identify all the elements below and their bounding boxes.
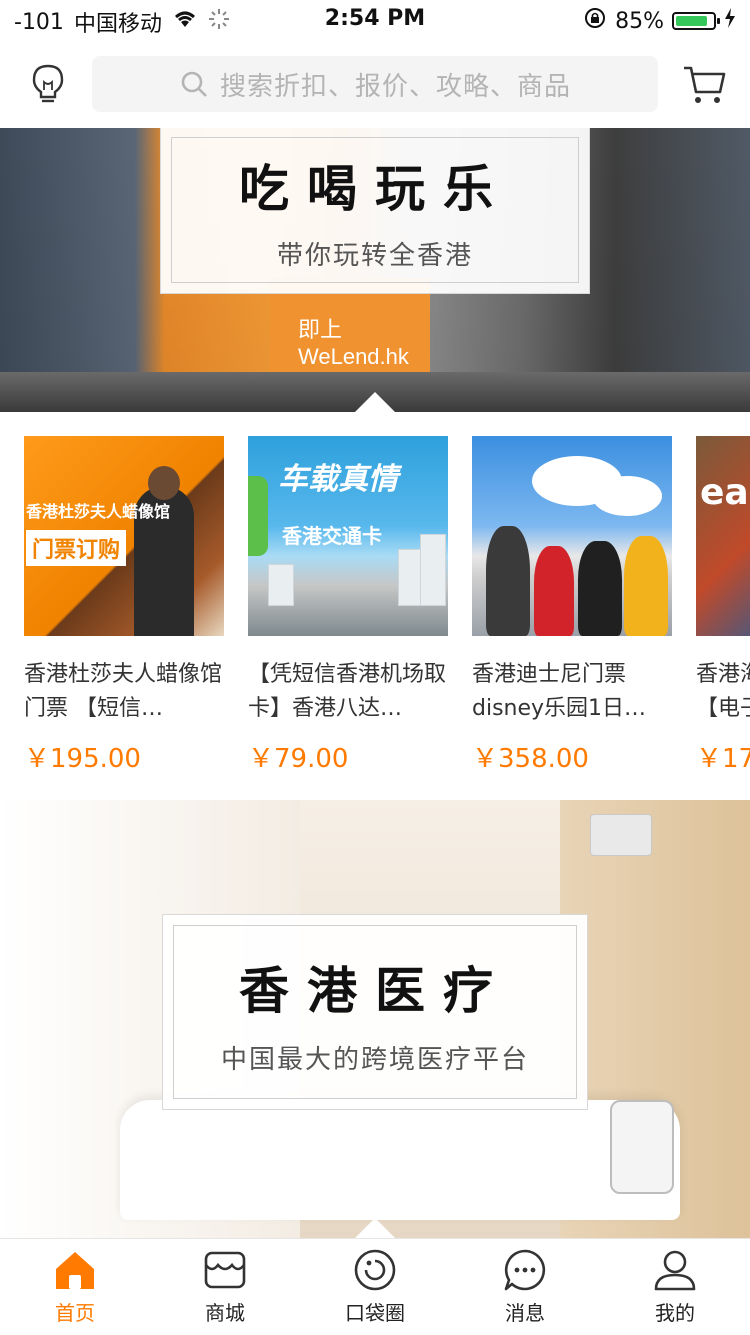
- banner-eat-card: 吃喝玩乐 带你玩转全香港: [160, 128, 590, 294]
- product-card[interactable]: 香港迪士尼门票disney乐园1日… ￥358.00: [472, 436, 672, 775]
- cart-icon[interactable]: [682, 62, 726, 106]
- profile-icon: [654, 1250, 696, 1291]
- product-title: 香港海洋公园门票【电子…: [696, 662, 750, 721]
- product-price: ￥358.00: [472, 744, 589, 774]
- product-price: ￥79.00: [248, 744, 349, 774]
- search-bar[interactable]: 搜索折扣、报价、攻略、商品: [92, 56, 658, 112]
- product-price: ￥17: [696, 744, 750, 774]
- banner-medical-card: 香港医疗 中国最大的跨境医疗平台: [162, 914, 588, 1110]
- product-title: 【凭短信香港机场取卡】香港八达…: [248, 662, 447, 721]
- product-card[interactable]: 香港杜莎夫人蜡像馆 门票订购 香港杜莎夫人蜡像馆门票 【短信… ￥195.00: [24, 436, 224, 775]
- charging-icon: [724, 8, 736, 34]
- product-title: 香港杜莎夫人蜡像馆门票 【短信…: [24, 662, 223, 721]
- product-image: [472, 436, 672, 636]
- product-image: ean: [696, 436, 750, 636]
- product-image: 车载真情 香港交通卡: [248, 436, 448, 636]
- tab-pocket-circle[interactable]: 口袋圈: [300, 1247, 450, 1326]
- tab-messages[interactable]: 消息: [450, 1247, 600, 1326]
- lightbulb-icon[interactable]: [26, 62, 70, 106]
- orientation-lock-icon: [583, 6, 607, 36]
- banner-pointer: [355, 1218, 395, 1238]
- search-input[interactable]: 搜索折扣、报价、攻略、商品: [220, 66, 571, 103]
- top-header: 搜索折扣、报价、攻略、商品: [0, 40, 750, 128]
- tab-home[interactable]: 首页: [0, 1247, 150, 1326]
- tram-sign-text: 即上 WeLend.hk: [298, 317, 409, 369]
- banner-eat-title: 吃喝玩乐: [239, 160, 511, 218]
- banner-medical-subtitle: 中国最大的跨境医疗平台: [220, 1045, 529, 1075]
- search-icon: [181, 71, 207, 97]
- pocket-circle-icon: [354, 1249, 396, 1291]
- status-bar: -101 中国移动 2:54 PM 85%: [0, 0, 750, 40]
- home-icon: [56, 1252, 94, 1289]
- banner-eat-subtitle: 带你玩转全香港: [276, 241, 473, 271]
- product-card[interactable]: 车载真情 香港交通卡 【凭短信香港机场取卡】香港八达… ￥79.00: [248, 436, 448, 775]
- product-image: 香港杜莎夫人蜡像馆 门票订购: [24, 436, 224, 636]
- product-price: ￥195.00: [24, 744, 141, 774]
- battery-percent: 85%: [615, 8, 664, 34]
- shop-icon: [204, 1251, 246, 1289]
- banner-pointer: [355, 392, 395, 412]
- bottom-tab-bar: 首页 商城 口袋圈 消息 我的: [0, 1238, 750, 1335]
- tab-shop[interactable]: 商城: [150, 1247, 300, 1326]
- banner-eat-drink-play[interactable]: 即上 WeLend.hk 吃喝玩乐 带你玩转全香港: [0, 128, 750, 412]
- product-carousel[interactable]: 香港杜莎夫人蜡像馆 门票订购 香港杜莎夫人蜡像馆门票 【短信… ￥195.00 …: [0, 412, 750, 800]
- tab-profile[interactable]: 我的: [600, 1247, 750, 1326]
- banner-medical[interactable]: 香港医疗 中国最大的跨境医疗平台: [0, 800, 750, 1238]
- battery-icon: [672, 12, 720, 30]
- banner-medical-title: 香港医疗: [239, 962, 511, 1020]
- product-card[interactable]: ean 香港海洋公园门票【电子… ￥17: [696, 436, 750, 775]
- product-title: 香港迪士尼门票disney乐园1日…: [472, 662, 647, 721]
- message-icon: [504, 1249, 546, 1291]
